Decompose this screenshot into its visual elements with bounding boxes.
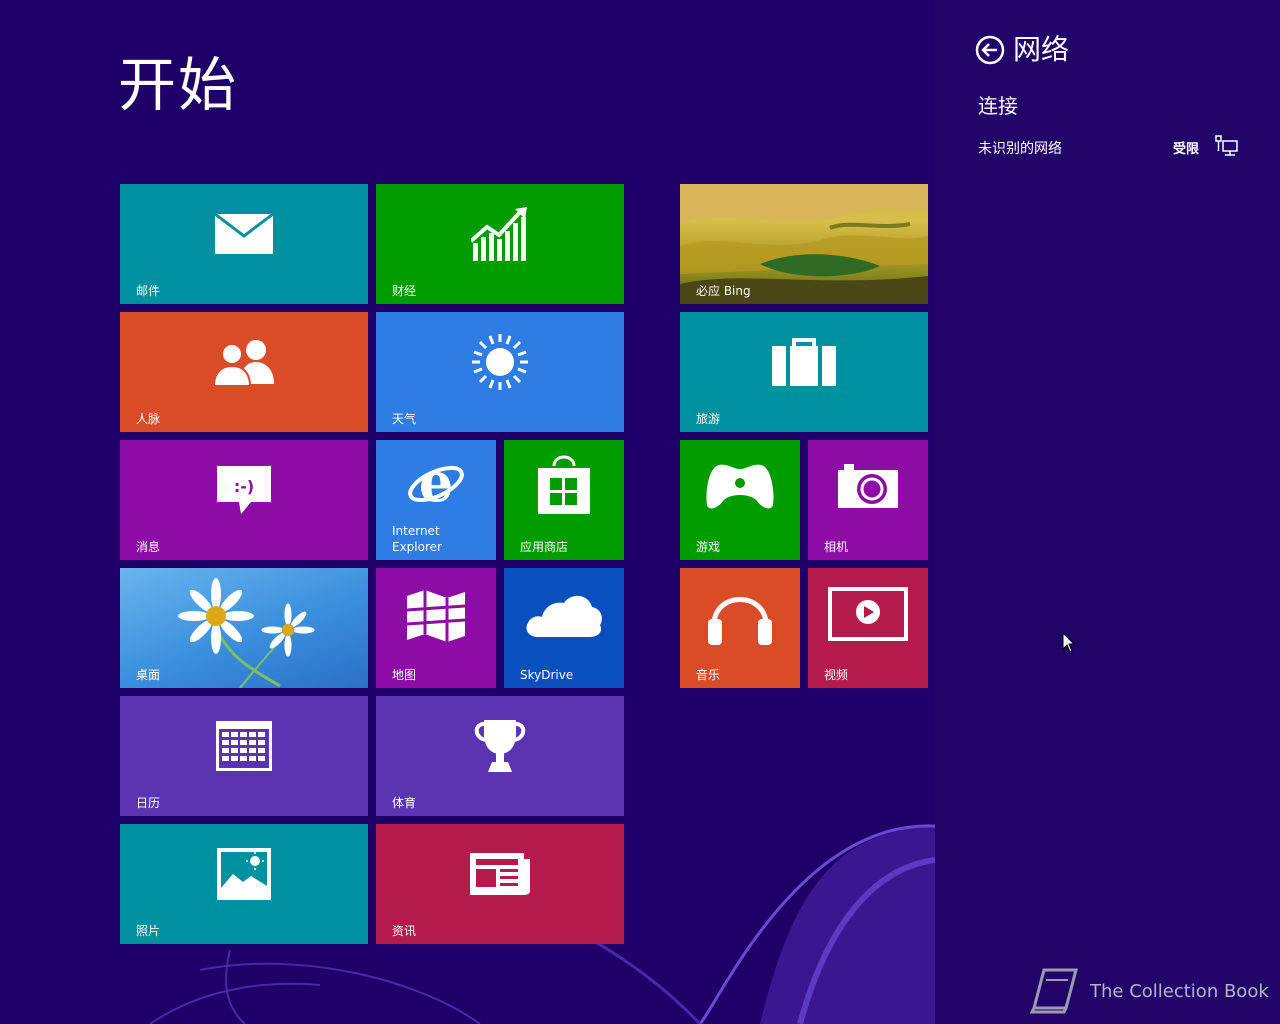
tile-label-line1: Internet <box>392 524 440 538</box>
tile-label: 旅游 <box>696 412 721 426</box>
tile-label: 必应 Bing <box>696 284 751 298</box>
tile-finance[interactable]: 财经 <box>376 184 624 304</box>
svg-text:e: e <box>419 454 453 514</box>
back-arrow-circle-icon <box>975 35 1005 65</box>
tile-video[interactable]: 视频 <box>808 568 928 688</box>
trophy-icon <box>376 714 624 778</box>
tile-label: SkyDrive <box>520 668 574 682</box>
xbox-controller-icon <box>680 454 800 518</box>
tile-label: 邮件 <box>136 284 161 298</box>
mouse-cursor-icon <box>1062 632 1076 653</box>
tile-label: 消息 <box>136 540 161 554</box>
sun-icon <box>376 330 624 394</box>
tile-label: Internet Explorer <box>392 523 442 555</box>
tile-mail[interactable]: 邮件 <box>120 184 368 304</box>
headphones-icon <box>680 582 800 646</box>
newspaper-icon <box>376 842 624 906</box>
tile-label: 相机 <box>824 540 849 554</box>
tile-people[interactable]: 人脉 <box>120 312 368 432</box>
tile-label: 天气 <box>392 412 417 426</box>
tile-store[interactable]: 应用商店 <box>504 440 624 560</box>
tile-label: 照片 <box>136 924 161 938</box>
video-play-icon <box>808 582 928 646</box>
internet-explorer-icon: e <box>376 452 496 516</box>
message-bubble-icon: :-) <box>120 458 368 522</box>
svg-text::-): :-) <box>234 477 254 496</box>
tile-photos[interactable]: 照片 <box>120 824 368 944</box>
tile-calendar[interactable]: 日历 <box>120 696 368 816</box>
network-name: 未识别的网络 <box>978 141 1062 157</box>
tile-label-line2: Explorer <box>392 540 442 554</box>
calendar-icon <box>120 714 368 778</box>
tile-label: 财经 <box>392 284 417 298</box>
tile-label: 资讯 <box>392 924 417 938</box>
charm-title: 网络 <box>1013 33 1070 66</box>
tile-internet-explorer[interactable]: e Internet Explorer <box>376 440 496 560</box>
tile-maps[interactable]: 地图 <box>376 568 496 688</box>
tile-label: 人脉 <box>136 412 161 426</box>
tile-label: 应用商店 <box>520 540 569 554</box>
tile-games[interactable]: 游戏 <box>680 440 800 560</box>
photo-icon <box>120 842 368 906</box>
start-title: 开始 <box>118 51 239 119</box>
tile-desktop[interactable]: 桌面 <box>120 568 368 688</box>
tile-camera[interactable]: 相机 <box>808 440 928 560</box>
tile-label: 体育 <box>392 796 417 810</box>
tile-music[interactable]: 音乐 <box>680 568 800 688</box>
camera-icon <box>808 454 928 518</box>
tile-label: 日历 <box>136 796 161 810</box>
network-charm-pane: 网络 连接 未识别的网络 受限 The Collection Book <box>935 0 1280 1024</box>
people-icon <box>120 330 368 394</box>
tile-label: 音乐 <box>696 668 721 682</box>
tile-weather[interactable]: 天气 <box>376 312 624 432</box>
tile-messaging[interactable]: :-) 消息 <box>120 440 368 560</box>
tile-sports[interactable]: 体育 <box>376 696 624 816</box>
tile-label: 视频 <box>824 668 849 682</box>
wired-network-icon <box>1215 135 1238 156</box>
tile-news[interactable]: 资讯 <box>376 824 624 944</box>
cloud-icon <box>504 582 624 646</box>
start-screen: 开始 邮件 财经 人脉 天气:-) 消息 e Internet Explore… <box>0 0 935 1024</box>
watermark-text: The Collection Book <box>1090 980 1269 1002</box>
network-item[interactable]: 未识别的网络 受限 <box>973 130 1253 162</box>
tile-bing[interactable]: 必应 Bing <box>680 184 928 304</box>
suitcase-icon <box>680 330 928 394</box>
watermark: The Collection Book <box>1030 968 1269 1014</box>
connections-section-title: 连接 <box>978 94 1018 118</box>
map-icon <box>376 584 496 648</box>
tile-label: 桌面 <box>136 668 161 682</box>
tile-skydrive[interactable]: SkyDrive <box>504 568 624 688</box>
tile-label: 地图 <box>392 668 417 682</box>
mail-icon <box>120 202 368 266</box>
book-icon <box>1030 968 1078 1014</box>
chart-icon <box>376 202 624 266</box>
tile-label: 游戏 <box>696 540 721 554</box>
network-status: 受限 <box>1173 142 1200 157</box>
tile-travel[interactable]: 旅游 <box>680 312 928 432</box>
store-bag-icon <box>504 452 624 516</box>
back-button[interactable] <box>975 35 1005 65</box>
